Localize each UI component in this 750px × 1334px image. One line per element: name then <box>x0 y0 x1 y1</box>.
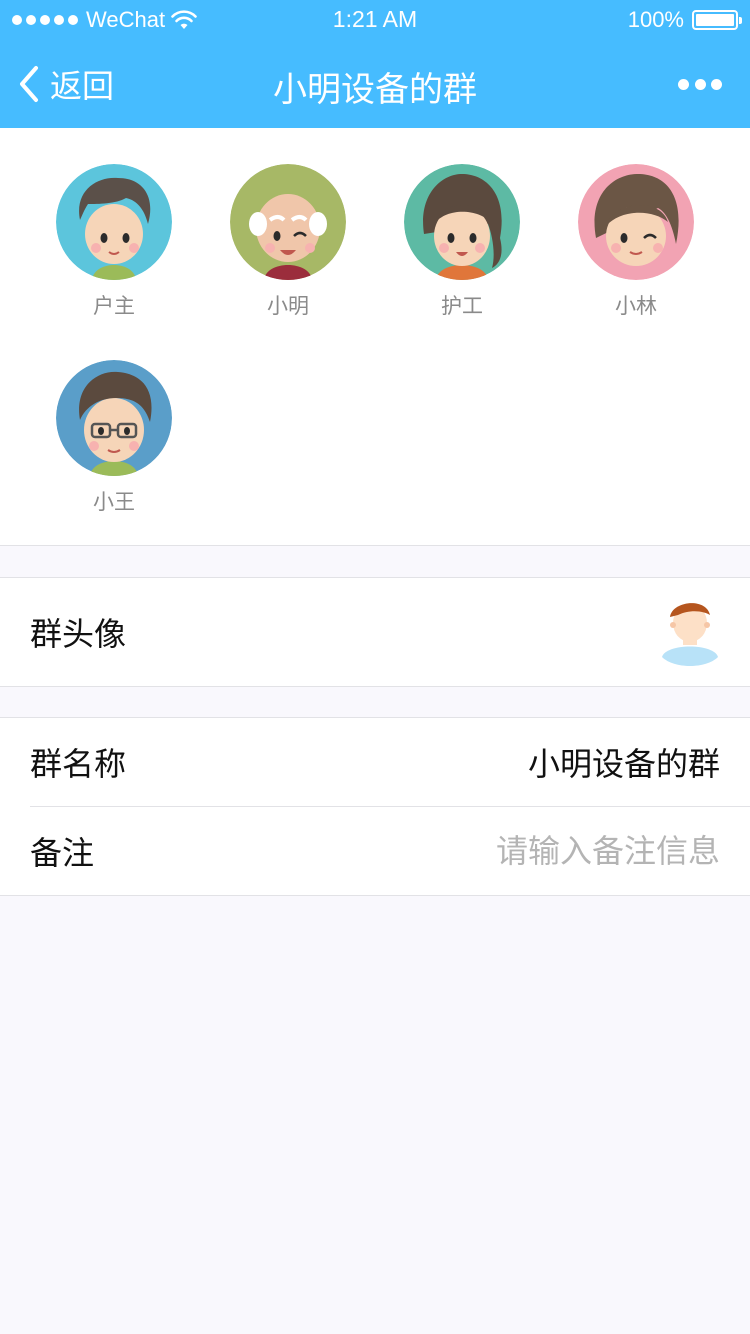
member-item[interactable]: 护工 <box>392 164 532 320</box>
more-dot-icon <box>678 78 689 90</box>
group-avatar-section: 群头像 <box>0 577 750 687</box>
member-name: 小王 <box>93 490 135 514</box>
more-dot-icon <box>711 78 722 90</box>
navigation-bar: 返回 小明设备的群 <box>0 40 750 128</box>
status-bar: WeChat 1:21 AM 100% <box>0 0 750 40</box>
group-avatar-label: 群头像 <box>30 615 127 653</box>
group-avatar-row[interactable]: 群头像 <box>0 578 750 686</box>
member-name: 小明 <box>267 294 309 318</box>
more-dot-icon <box>694 78 706 90</box>
member-name: 护工 <box>441 294 483 318</box>
group-name-row[interactable]: 群名称 小明设备的群 <box>0 718 750 806</box>
member-item[interactable]: 小林 <box>566 164 706 320</box>
remark-label: 备注 <box>30 834 95 872</box>
battery-icon <box>692 10 742 30</box>
member-avatar-icon <box>56 360 172 476</box>
group-info-section: 群名称 小明设备的群 备注 <box>0 717 750 896</box>
page-title: 小明设备的群 <box>273 70 477 110</box>
member-avatar-icon <box>56 164 172 280</box>
member-avatar-icon <box>578 164 694 280</box>
header: WeChat 1:21 AM 100% 返回 小明设备的群 <box>0 0 750 128</box>
member-item[interactable]: 小王 <box>44 360 184 516</box>
member-item[interactable]: 户主 <box>44 164 184 320</box>
group-name-value: 小明设备的群 <box>527 745 720 783</box>
member-item[interactable]: 小明 <box>218 164 358 320</box>
member-grid: 户主 小明 护工 小林 小王 <box>0 128 750 546</box>
member-avatar-icon <box>404 164 520 280</box>
remark-row[interactable]: 备注 <box>0 807 750 895</box>
status-right: 100% <box>627 6 742 34</box>
more-options-button[interactable] <box>678 70 722 98</box>
group-name-label: 群名称 <box>30 745 127 783</box>
member-avatar-icon <box>230 164 346 280</box>
member-name: 户主 <box>93 294 135 318</box>
group-avatar-icon <box>662 603 718 666</box>
remark-input[interactable] <box>360 832 720 870</box>
member-name: 小林 <box>615 294 657 318</box>
battery-percent: 100% <box>627 7 684 32</box>
